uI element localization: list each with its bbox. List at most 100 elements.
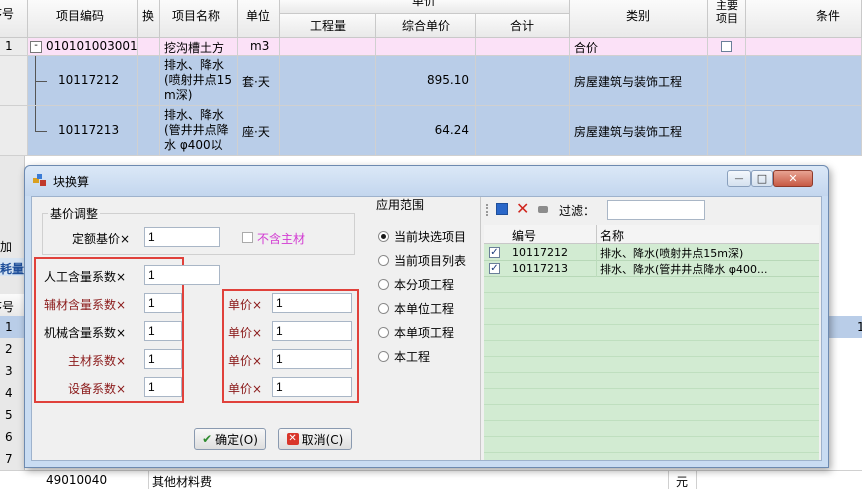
header-swap[interactable]: 换 bbox=[138, 0, 160, 38]
scope-radio-single-project[interactable] bbox=[378, 327, 389, 338]
row3-name[interactable]: 排水、降水(管井井点降水 φ400以 bbox=[160, 106, 238, 156]
row2-quantity[interactable] bbox=[280, 56, 376, 106]
restore-button[interactable]: □ bbox=[751, 170, 773, 187]
collapse-toggle[interactable]: - bbox=[30, 41, 42, 53]
aux-material-price-input[interactable] bbox=[272, 293, 352, 313]
aux-material-coef-label: 辅材含量系数× bbox=[44, 298, 127, 312]
row3-main-item[interactable] bbox=[708, 106, 746, 156]
main-material-price-input[interactable] bbox=[272, 349, 352, 369]
select-all-icon[interactable] bbox=[496, 203, 508, 215]
row3-quantity[interactable] bbox=[280, 106, 376, 156]
scope-radio-current-list[interactable] bbox=[378, 255, 389, 266]
header-condition[interactable]: 条件 bbox=[746, 0, 862, 38]
main-material-coef-input[interactable] bbox=[144, 349, 182, 369]
exclude-main-material-label[interactable]: 不含主材 bbox=[257, 230, 305, 247]
machine-coef-label: 机械含量系数× bbox=[44, 326, 127, 340]
row1-category[interactable]: 合价 bbox=[570, 38, 708, 56]
row1-quantity[interactable] bbox=[280, 38, 376, 56]
row3-code[interactable]: 10117213 bbox=[28, 106, 138, 156]
row2-code[interactable]: 10117212 bbox=[28, 56, 138, 106]
scope-radio-whole-project[interactable] bbox=[378, 351, 389, 362]
row3-unit[interactable]: 座·天 bbox=[238, 106, 280, 156]
main-material-coef-label: 主材系数× bbox=[68, 354, 127, 368]
header-code[interactable]: 项目编码 bbox=[28, 0, 138, 38]
scope-label-current-block[interactable]: 当前块选项目 bbox=[394, 228, 466, 245]
left-tab-add[interactable]: 增加 bbox=[0, 236, 24, 254]
row3-total[interactable] bbox=[476, 106, 570, 156]
scope-label-current-list[interactable]: 当前项目列表 bbox=[394, 252, 466, 269]
row1-unit[interactable]: m3 bbox=[238, 38, 280, 56]
cancel-button[interactable]: ✕ 取消(C) bbox=[278, 428, 352, 450]
scope-label-sub-project[interactable]: 本分项工程 bbox=[394, 276, 454, 293]
machine-price-label: 单价× bbox=[228, 326, 263, 340]
equipment-price-label: 单价× bbox=[228, 382, 263, 396]
minimize-button[interactable]: — bbox=[727, 170, 751, 187]
left-tab-consumption[interactable]: 消耗量 bbox=[0, 258, 24, 276]
labor-coef-input[interactable] bbox=[144, 265, 220, 285]
row2-condition[interactable] bbox=[746, 56, 862, 106]
row2-category[interactable]: 房屋建筑与装饰工程 bbox=[570, 56, 708, 106]
scope-radio-unit-project[interactable] bbox=[378, 303, 389, 314]
header-total[interactable]: 合计 bbox=[476, 14, 570, 38]
clear-icon[interactable] bbox=[538, 206, 548, 213]
row1-total[interactable] bbox=[476, 38, 570, 56]
header-seq[interactable]: 序号 bbox=[0, 0, 28, 38]
aux-material-coef-input[interactable] bbox=[144, 293, 182, 313]
row3-unit-price[interactable]: 64.24 bbox=[376, 106, 476, 156]
quota-base-input[interactable] bbox=[144, 227, 220, 247]
list-item-checkbox[interactable]: ✓ bbox=[489, 263, 500, 274]
list-item[interactable]: ✓ 10117212 排水、降水(喷射井点15m深) bbox=[484, 245, 819, 261]
header-price-group: 单价 bbox=[280, 0, 570, 14]
header-unit[interactable]: 单位 bbox=[238, 0, 280, 38]
row3-swap[interactable] bbox=[138, 106, 160, 156]
row1-main-item-checkbox[interactable] bbox=[721, 41, 732, 52]
scope-radio-current-block[interactable] bbox=[378, 231, 389, 242]
row1-seq[interactable]: 1 bbox=[0, 38, 28, 56]
list-item-checkbox[interactable]: ✓ bbox=[489, 247, 500, 258]
row2-unit-price[interactable]: 895.10 bbox=[376, 56, 476, 106]
dialog-titlebar[interactable]: 块换算 — □ ✕ bbox=[25, 166, 828, 196]
row2-unit[interactable]: 套·天 bbox=[238, 56, 280, 106]
exclude-main-material-checkbox[interactable] bbox=[242, 232, 253, 243]
scope-label-single-project[interactable]: 本单项工程 bbox=[394, 324, 454, 341]
filter-input[interactable] bbox=[607, 200, 705, 220]
scope-radio-sub-project[interactable] bbox=[378, 279, 389, 290]
row3-seq[interactable] bbox=[0, 106, 28, 156]
equipment-price-input[interactable] bbox=[272, 377, 352, 397]
scope-label-whole-project[interactable]: 本工程 bbox=[394, 348, 430, 365]
close-button[interactable]: ✕ bbox=[773, 170, 813, 187]
labor-coef-label: 人工含量系数× bbox=[44, 270, 127, 284]
header-main-item[interactable]: 主要项目 bbox=[708, 0, 746, 38]
header-quantity[interactable]: 工程量 bbox=[280, 14, 376, 38]
row3-condition[interactable] bbox=[746, 106, 862, 156]
row2-name[interactable]: 排水、降水(喷射井点15m深) bbox=[160, 56, 238, 106]
dialog-title: 块换算 bbox=[53, 175, 90, 189]
list-item[interactable]: ✓ 10117213 排水、降水(管井井点降水 φ400... bbox=[484, 261, 819, 277]
header-name[interactable]: 项目名称 bbox=[160, 0, 238, 38]
row2-swap[interactable] bbox=[138, 56, 160, 106]
row1-unit-price[interactable] bbox=[376, 38, 476, 56]
ok-button[interactable]: ✔ 确定(O) bbox=[194, 428, 266, 450]
machine-price-input[interactable] bbox=[272, 321, 352, 341]
row2-total[interactable] bbox=[476, 56, 570, 106]
close-icon: ✕ bbox=[788, 172, 798, 185]
check-icon: ✔ bbox=[202, 432, 213, 446]
restore-icon: □ bbox=[756, 172, 768, 185]
block-conversion-dialog: 块换算 — □ ✕ 基价调整 定额基价× 不含主材 人工含量系数× 辅材含量系数… bbox=[24, 165, 829, 468]
header-unit-price[interactable]: 综合单价 bbox=[376, 14, 476, 38]
row3-category[interactable]: 房屋建筑与装饰工程 bbox=[570, 106, 708, 156]
row2-seq[interactable] bbox=[0, 56, 28, 106]
bottom-row-divider bbox=[148, 471, 149, 489]
scope-label-unit-project[interactable]: 本单位工程 bbox=[394, 300, 454, 317]
header-category[interactable]: 类别 bbox=[570, 0, 708, 38]
row1-swap[interactable] bbox=[138, 38, 160, 56]
row2-main-item[interactable] bbox=[708, 56, 746, 106]
row1-name[interactable]: 挖沟槽土方 bbox=[160, 38, 238, 56]
row1-condition[interactable] bbox=[746, 38, 862, 56]
row1-main-item[interactable] bbox=[708, 38, 746, 56]
machine-coef-input[interactable] bbox=[144, 321, 182, 341]
row1-code[interactable]: - 010101003001 bbox=[28, 38, 138, 56]
bottom-row[interactable]: 49010040 其他材料费 元 bbox=[0, 470, 862, 489]
equipment-coef-input[interactable] bbox=[144, 377, 182, 397]
delete-icon[interactable]: ✕ bbox=[516, 199, 529, 219]
